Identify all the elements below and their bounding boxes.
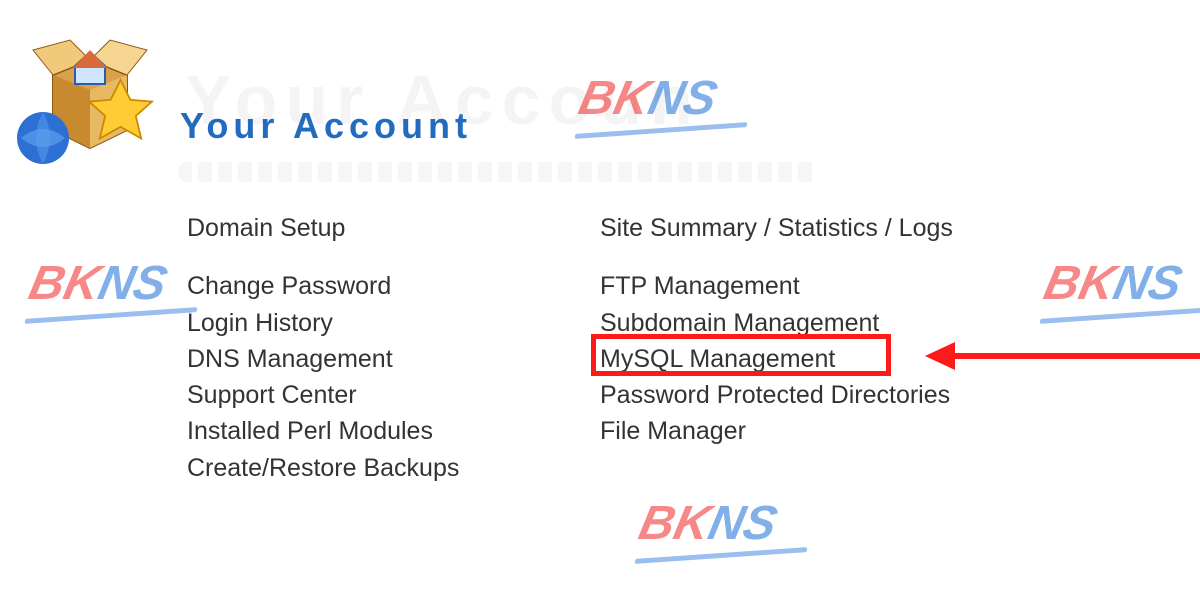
account-links-left: Domain Setup Change Password Login Histo… xyxy=(187,210,459,486)
account-header xyxy=(15,20,165,170)
link-site-summary[interactable]: Site Summary / Statistics / Logs xyxy=(600,210,953,246)
account-links-right: Site Summary / Statistics / Logs FTP Man… xyxy=(600,210,953,450)
watermark-bkns: BKNS xyxy=(1040,260,1186,308)
account-icon xyxy=(15,20,165,170)
right-gap xyxy=(600,246,953,268)
watermark-bkns: BKNS xyxy=(635,500,781,548)
link-password-protected-directories[interactable]: Password Protected Directories xyxy=(600,377,953,413)
watermark-bkns: BKNS xyxy=(25,260,171,308)
link-ftp-management[interactable]: FTP Management xyxy=(600,268,953,304)
left-gap xyxy=(187,246,459,268)
page-title: Your Account xyxy=(180,105,472,147)
watermark-underline xyxy=(635,547,808,564)
watermark-underline xyxy=(25,307,198,324)
highlight-mysql-management xyxy=(591,334,891,376)
link-file-manager[interactable]: File Manager xyxy=(600,413,953,449)
title-underline-dots xyxy=(178,162,818,182)
link-login-history[interactable]: Login History xyxy=(187,305,459,341)
link-installed-perl-modules[interactable]: Installed Perl Modules xyxy=(187,413,459,449)
link-create-restore-backups[interactable]: Create/Restore Backups xyxy=(187,450,459,486)
annotation-arrow-icon xyxy=(925,348,1200,364)
link-change-password[interactable]: Change Password xyxy=(187,268,459,304)
watermark-underline xyxy=(1040,307,1200,324)
link-domain-setup[interactable]: Domain Setup xyxy=(187,210,459,246)
link-support-center[interactable]: Support Center xyxy=(187,377,459,413)
link-dns-management[interactable]: DNS Management xyxy=(187,341,459,377)
